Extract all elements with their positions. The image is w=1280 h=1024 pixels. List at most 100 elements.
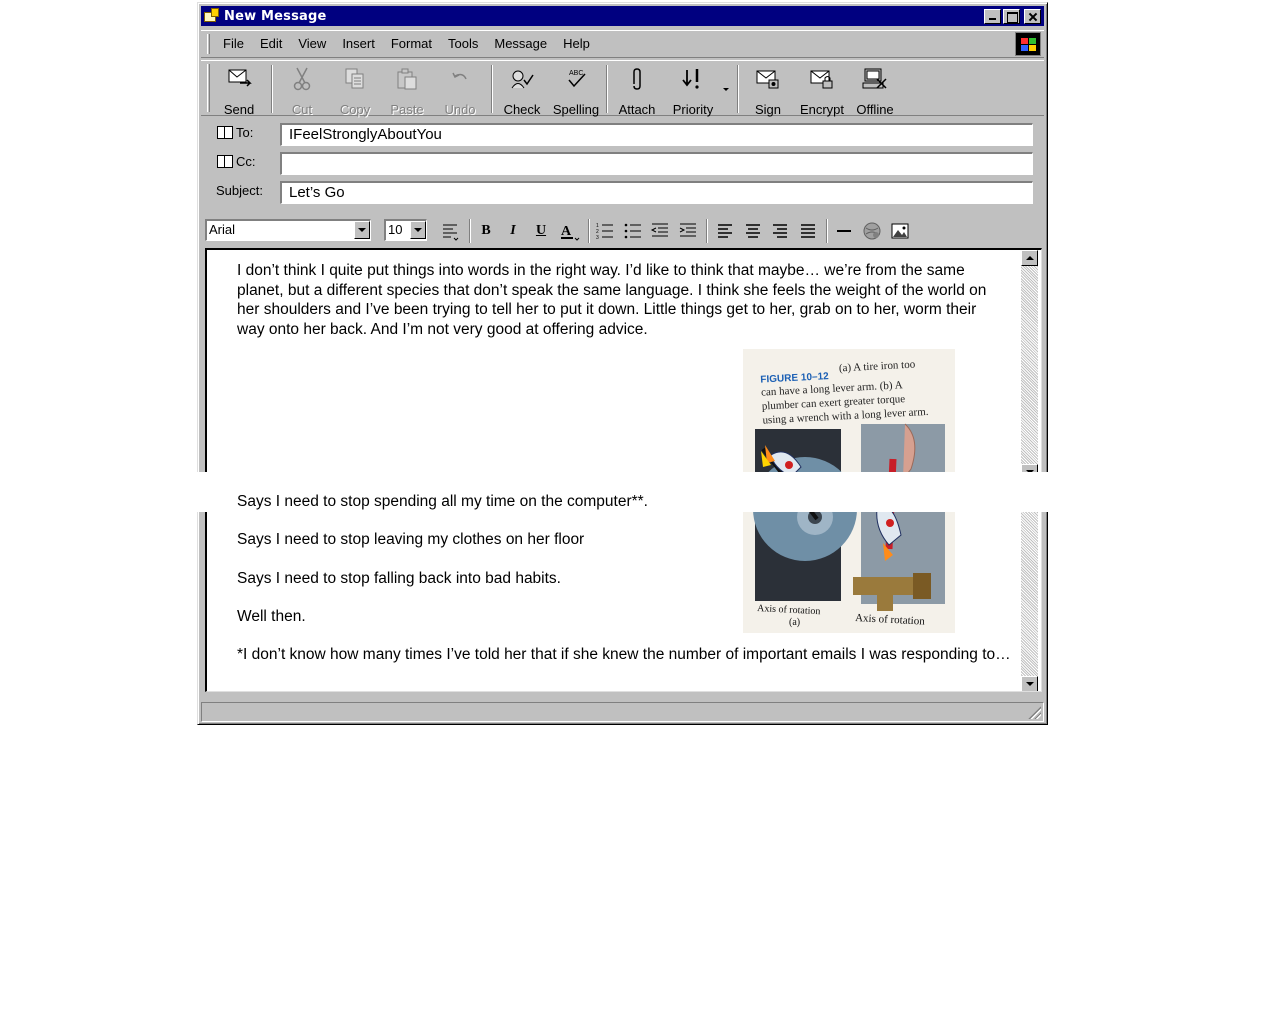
send-button[interactable]: Send — [213, 64, 265, 117]
maximize-button[interactable] — [1003, 9, 1020, 24]
encrypt-button[interactable]: Encrypt — [796, 64, 848, 117]
undo-label: Undo — [444, 102, 476, 117]
spelling-icon: ABC — [563, 66, 589, 92]
paperclip-icon — [624, 66, 650, 92]
subject-label: Subject: — [216, 183, 263, 198]
horizontal-line-button[interactable] — [833, 220, 855, 242]
paste-icon — [394, 66, 420, 92]
bullet-list-button[interactable] — [622, 220, 644, 242]
decrease-indent-icon — [650, 223, 668, 237]
cut-label: Cut — [291, 102, 313, 117]
bullet-list-icon — [624, 223, 641, 239]
menu-insert[interactable]: Insert — [342, 36, 375, 51]
priority-dropdown-icon[interactable] — [723, 88, 729, 91]
windows-logo-icon — [1015, 32, 1041, 56]
cc-label-button[interactable]: Cc: — [217, 154, 256, 169]
copy-icon — [342, 66, 368, 92]
sign-button[interactable]: Sign — [742, 64, 794, 117]
cut-button[interactable]: Cut — [276, 64, 328, 117]
attach-button[interactable]: Attach — [611, 64, 663, 117]
underline-button[interactable]: U — [530, 220, 552, 242]
toolbar-separator — [606, 65, 608, 113]
numbered-list-button[interactable]: 123 — [594, 220, 616, 242]
insert-hyperlink-button[interactable] — [861, 220, 883, 242]
body-paragraph: Says I need to stop leaving my clothes o… — [237, 531, 585, 548]
title-bar[interactable]: New Message — [201, 6, 1044, 26]
body-paragraph: *I don’t know how many times I’ve told h… — [237, 646, 1011, 663]
cc-field[interactable] — [280, 152, 1033, 175]
to-field[interactable]: IFeelStronglyAboutYou — [280, 123, 1033, 146]
toolbar: Send Cut Copy Paste Undo Check ABC Spell… — [201, 60, 1044, 117]
resize-grip-icon[interactable] — [1027, 705, 1041, 719]
sign-label: Sign — [754, 102, 782, 117]
encrypt-icon — [809, 66, 835, 92]
toolbar-grip[interactable] — [207, 64, 210, 112]
toolbar-separator — [491, 65, 493, 113]
scroll-up-icon[interactable] — [1021, 250, 1038, 266]
menu-tools[interactable]: Tools — [448, 36, 478, 51]
paste-label: Paste — [390, 102, 424, 117]
font-name-value: Arial — [209, 222, 236, 237]
minimize-button[interactable] — [984, 9, 1001, 24]
subfigure-label-a: (a) — [789, 617, 800, 628]
font-name-select[interactable]: Arial — [205, 219, 371, 241]
align-center-button[interactable] — [742, 220, 764, 242]
spelling-button[interactable]: ABC Spelling — [550, 64, 602, 117]
to-label: To: — [236, 125, 254, 140]
chevron-down-icon[interactable] — [410, 221, 426, 239]
italic-button[interactable]: I — [502, 220, 524, 242]
decrease-indent-button[interactable] — [649, 220, 671, 242]
justify-button[interactable] — [797, 220, 819, 242]
menu-edit[interactable]: Edit — [260, 36, 282, 51]
picture-icon — [891, 223, 909, 239]
offline-button[interactable]: Offline — [849, 64, 901, 117]
toolbar-separator — [271, 65, 273, 113]
justify-icon — [801, 224, 815, 238]
menu-view[interactable]: View — [298, 36, 326, 51]
attach-label: Attach — [618, 102, 656, 117]
undo-button[interactable]: Undo — [434, 64, 486, 117]
priority-label: Priority — [672, 102, 714, 117]
check-names-button[interactable]: Check — [496, 64, 548, 117]
paragraph-style-button[interactable] — [437, 220, 463, 242]
address-book-icon — [217, 155, 233, 168]
increase-indent-button[interactable] — [677, 220, 699, 242]
font-color-button[interactable]: A — [557, 220, 583, 242]
body-paragraph: Says I need to stop spending all my time… — [237, 493, 648, 510]
format-separator — [706, 219, 708, 243]
send-icon — [226, 66, 252, 92]
copy-button[interactable]: Copy — [329, 64, 381, 117]
body-paragraph: Well then. — [237, 608, 306, 625]
close-button[interactable] — [1024, 9, 1041, 24]
menu-file[interactable]: File — [223, 36, 244, 51]
address-book-icon — [217, 126, 233, 139]
scissors-icon — [289, 66, 315, 92]
body-paragraph: I don’t think I quite put things into wo… — [237, 262, 987, 338]
bold-button[interactable]: B — [475, 220, 497, 242]
svg-text:ABC: ABC — [569, 70, 583, 77]
new-message-icon — [204, 8, 220, 24]
font-color-icon: A — [561, 224, 580, 241]
undo-icon — [447, 66, 473, 92]
align-right-button[interactable] — [769, 220, 791, 242]
scroll-down-icon[interactable] — [1021, 676, 1038, 691]
menu-message[interactable]: Message — [494, 36, 547, 51]
chevron-down-icon[interactable] — [354, 221, 370, 239]
subject-field[interactable]: Let’s Go — [280, 181, 1033, 204]
encrypt-label: Encrypt — [799, 102, 845, 117]
to-label-button[interactable]: To: — [217, 125, 253, 140]
menu-help[interactable]: Help — [563, 36, 590, 51]
paste-button[interactable]: Paste — [381, 64, 433, 117]
toolbar-separator — [737, 65, 739, 113]
insert-picture-button[interactable] — [889, 220, 911, 242]
menu-format[interactable]: Format — [391, 36, 432, 51]
vertical-scrollbar[interactable] — [1021, 250, 1038, 691]
window-title: New Message — [224, 8, 327, 24]
menu-grip[interactable] — [207, 34, 210, 54]
align-center-icon — [746, 224, 760, 238]
menu-bar: File Edit View Insert Format Tools Messa… — [201, 30, 1044, 58]
align-left-button[interactable] — [714, 220, 736, 242]
check-names-icon — [509, 66, 535, 92]
font-size-select[interactable]: 10 — [384, 219, 427, 241]
priority-button[interactable]: Priority — [663, 64, 729, 117]
